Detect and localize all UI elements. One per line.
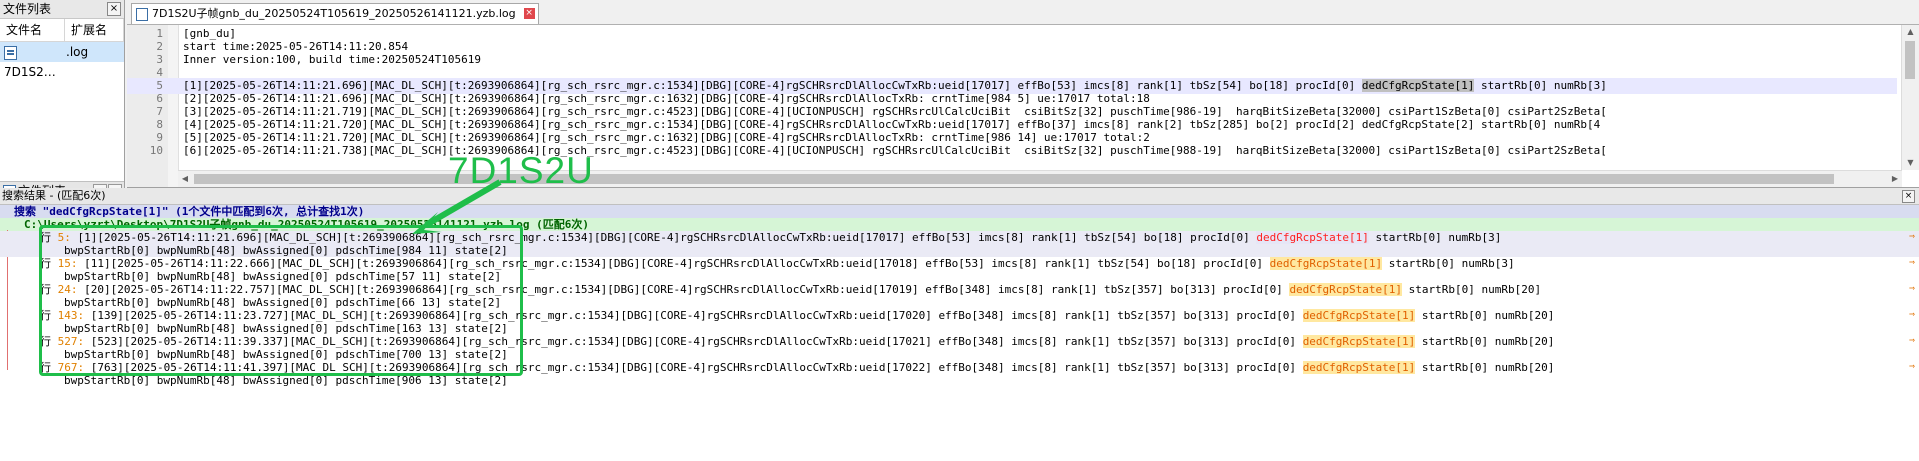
- search-results-title: 搜索结果 - (匹配6次): [0, 188, 1919, 205]
- hit-jump-arrow-icon[interactable]: ⇒: [1909, 257, 1915, 268]
- vertical-scroll-thumb[interactable]: [1905, 41, 1915, 79]
- file-list-item[interactable]: 7D1S2… .log: [0, 42, 124, 79]
- hit-match-highlight: dedCfgRcpState[1]: [1302, 361, 1416, 374]
- editor-tabbar: 7D1S2U子帧gnb_du_20250524T105619_202505261…: [127, 0, 1919, 25]
- scroll-up-icon[interactable]: ▲: [1902, 25, 1919, 39]
- column-filename[interactable]: 文件名: [0, 19, 65, 41]
- horizontal-scrollbar[interactable]: ◀ ▶: [178, 170, 1902, 187]
- hit-line-number: 767: [57, 361, 78, 374]
- search-results-panel[interactable]: − 搜索 "dedCfgRcpState[1]" (1个文件中匹配到6次, 总计…: [0, 205, 1919, 461]
- hit-line-prefix: 行: [40, 335, 51, 348]
- hit-line-number: 527: [57, 335, 78, 348]
- hit-jump-arrow-icon[interactable]: ⇒: [1909, 231, 1915, 242]
- hit-spacer: [51, 257, 58, 270]
- document-tab-file-icon: [136, 8, 148, 21]
- search-hit-continuation[interactable]: bwpStartRb[0] bwpNumRb[48] bwAssigned[0]…: [0, 296, 501, 309]
- hit-line-number: 24: [57, 283, 71, 296]
- hit-jump-arrow-icon[interactable]: ⇒: [1909, 361, 1915, 372]
- search-hit-continuation[interactable]: bwpStartRb[0] bwpNumRb[48] bwAssigned[0]…: [0, 374, 508, 387]
- hit-line-prefix: 行: [40, 257, 51, 270]
- code-text: [6][2025-05-26T14:11:21.738][MAC_DL_SCH]…: [183, 144, 1607, 157]
- line-number: 10: [149, 144, 163, 157]
- hit-spacer: [51, 283, 58, 296]
- hit-text-post: startRb[0] numRb[20]: [1415, 335, 1555, 348]
- hit-text-pre: [763][2025-05-26T14:11:41.397][MAC_DL_SC…: [90, 361, 1303, 374]
- scroll-left-icon[interactable]: ◀: [178, 171, 192, 187]
- file-list-header: 文件名 扩展名: [0, 19, 124, 42]
- text-editor[interactable]: 1 [gnb_du] 2 start time:2025-05-26T14:11:20…: [127, 25, 1919, 188]
- file-list-close-icon[interactable]: ×: [107, 2, 121, 16]
- hit-jump-arrow-icon[interactable]: ⇒: [1909, 335, 1915, 346]
- hit-line-number: 143: [57, 309, 78, 322]
- search-hit-row[interactable]: 行 24: [20][2025-05-26T14:11:22.757][MAC_…: [0, 283, 1541, 296]
- scroll-right-icon[interactable]: ▶: [1888, 171, 1902, 187]
- hit-match-highlight: dedCfgRcpState[1]: [1302, 309, 1416, 322]
- column-extension[interactable]: 扩展名: [65, 19, 124, 41]
- hit-text-pre: [20][2025-05-26T14:11:22.757][MAC_DL_SCH…: [84, 283, 1290, 296]
- annotation-label: 7D1S2U: [448, 150, 594, 191]
- document-tab-title: 7D1S2U子帧gnb_du_20250524T105619_202505261…: [152, 7, 516, 20]
- hit-text-post: startRb[0] numRb[20]: [1415, 361, 1555, 374]
- hit-match-highlight: dedCfgRcpState[1]: [1269, 257, 1383, 270]
- hit-text-pre: [523][2025-05-26T14:11:39.337][MAC_DL_SC…: [90, 335, 1303, 348]
- file-list-panel: 文件列表 × 文件名 扩展名 7D1S2… .log 文件列表 ◀ ▶: [0, 0, 125, 201]
- hit-line-colon: :: [70, 257, 85, 270]
- search-file-row[interactable]: C:\Users\yzrt\Desktop\7D1S2U子帧gnb_du_202…: [0, 218, 1919, 231]
- hit-text-pre: [1][2025-05-26T14:11:21.696][MAC_DL_SCH]…: [77, 231, 1257, 244]
- search-hit-continuation[interactable]: bwpStartRb[0] bwpNumRb[48] bwAssigned[0]…: [0, 244, 508, 257]
- hit-text-post: startRb[0] numRb[3]: [1382, 257, 1515, 270]
- search-hit-continuation[interactable]: bwpStartRb[0] bwpNumRb[48] bwAssigned[0]…: [0, 270, 501, 283]
- search-hit-row[interactable]: 行 767: [763][2025-05-26T14:11:41.397][MA…: [0, 361, 1554, 374]
- hit-spacer: [51, 231, 58, 244]
- hit-line-prefix: 行: [40, 283, 51, 296]
- file-list-title: 文件列表: [3, 2, 52, 16]
- hit-text-post: startRb[0] numRb[3]: [1368, 231, 1502, 244]
- search-hit-row[interactable]: 行 527: [523][2025-05-26T14:11:39.337][MA…: [0, 335, 1554, 348]
- hit-line-number: 15: [57, 257, 71, 270]
- hit-spacer: [51, 309, 58, 322]
- hit-match-highlight: dedCfgRcpState[1]: [1289, 283, 1403, 296]
- file-list-title-bar: 文件列表 ×: [0, 0, 124, 19]
- hit-match-highlight: dedCfgRcpState[1]: [1302, 335, 1416, 348]
- hit-line-colon: :: [64, 231, 78, 244]
- hit-text-post: startRb[0] numRb[20]: [1415, 309, 1555, 322]
- hit-line-colon: :: [77, 361, 91, 374]
- horizontal-scroll-thumb[interactable]: [194, 174, 1834, 184]
- search-hit-row[interactable]: 行 15: [11][2025-05-26T14:11:22.666][MAC_…: [0, 257, 1515, 270]
- hit-line-prefix: 行: [40, 231, 51, 244]
- hit-line-colon: :: [77, 309, 91, 322]
- hit-line-colon: :: [70, 283, 85, 296]
- file-ext: .log: [66, 45, 89, 59]
- search-query-row[interactable]: 搜索 "dedCfgRcpState[1]" (1个文件中匹配到6次, 总计查找…: [0, 205, 1919, 218]
- document-tab-close-icon[interactable]: ×: [523, 8, 535, 19]
- code-line[interactable]: 10 [6][2025-05-26T14:11:21.738][MAC_DL_SC…: [127, 143, 1897, 159]
- document-tab[interactable]: 7D1S2U子帧gnb_du_20250524T105619_202505261…: [131, 3, 539, 24]
- hit-jump-arrow-icon[interactable]: ⇒: [1909, 309, 1915, 320]
- hit-spacer: [51, 361, 58, 374]
- search-hit-continuation[interactable]: bwpStartRb[0] bwpNumRb[48] bwAssigned[0]…: [0, 348, 508, 361]
- file-name: 7D1S2…: [4, 65, 56, 79]
- search-hit-continuation[interactable]: bwpStartRb[0] bwpNumRb[48] bwAssigned[0]…: [0, 322, 508, 335]
- log-file-icon: [4, 45, 17, 60]
- hit-line-colon: :: [77, 335, 91, 348]
- hit-line-prefix: 行: [40, 309, 51, 322]
- search-results-close-icon[interactable]: ×: [1902, 190, 1915, 203]
- hit-text-pre: [11][2025-05-26T14:11:22.666][MAC_DL_SCH…: [84, 257, 1270, 270]
- hit-text-post: startRb[0] numRb[20]: [1402, 283, 1542, 296]
- hit-line-prefix: 行: [40, 361, 51, 374]
- hit-match-highlight: dedCfgRcpState[1]: [1256, 231, 1369, 244]
- scroll-down-icon[interactable]: ▼: [1902, 156, 1919, 170]
- vertical-scrollbar[interactable]: ▲ ▼: [1901, 25, 1919, 170]
- hit-text-pre: [139][2025-05-26T14:11:23.727][MAC_DL_SC…: [90, 309, 1303, 322]
- search-hit-row[interactable]: 行 143: [139][2025-05-26T14:11:23.727][MA…: [0, 309, 1554, 322]
- hit-jump-arrow-icon[interactable]: ⇒: [1909, 283, 1915, 294]
- hit-spacer: [51, 335, 58, 348]
